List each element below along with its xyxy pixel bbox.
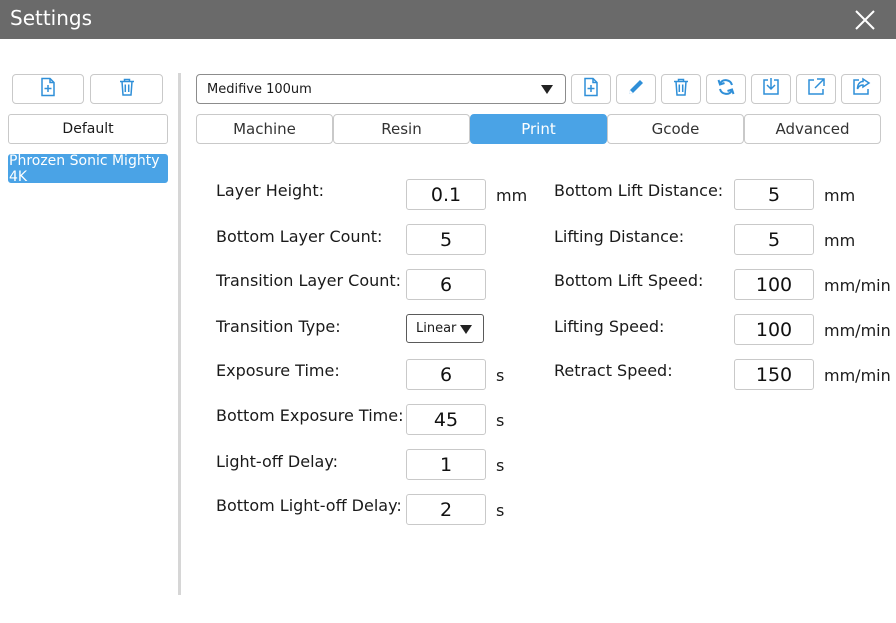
chevron-down-icon [460,325,472,334]
bottom-light-off-delay-unit: s [496,501,505,520]
panel-divider [178,73,181,595]
transition-type-select[interactable]: Linear [406,314,484,343]
import-preset-button[interactable] [751,74,791,104]
edit-preset-button[interactable] [616,74,656,104]
new-file-icon [38,77,58,101]
new-preset-button[interactable] [571,74,611,104]
retract-speed-input[interactable]: 150 [734,359,814,390]
bottom-exposure-time-input[interactable]: 45 [406,404,486,435]
retract-speed-unit: mm/min [824,366,891,385]
tab-resin[interactable]: Resin [333,114,470,144]
exposure-time-input[interactable]: 6 [406,359,486,390]
tab-machine[interactable]: Machine [196,114,333,144]
bottom-lift-speed-label: Bottom Lift Speed: [554,271,704,290]
lifting-speed-label: Lifting Speed: [554,317,665,336]
bottom-lift-distance-input[interactable]: 5 [734,179,814,210]
new-file-icon [581,77,601,101]
bottom-light-off-delay-input[interactable]: 2 [406,494,486,525]
chevron-down-icon [541,85,553,94]
profile-item-phrozen-sonic-mighty-4k[interactable]: Phrozen Sonic Mighty 4K [8,153,168,185]
bottom-layer-count-label: Bottom Layer Count: [216,227,383,246]
exposure-time-label: Exposure Time: [216,361,340,380]
retract-speed-label: Retract Speed: [554,361,673,380]
light-off-delay-label: Light-off Delay: [216,452,339,471]
lifting-distance-input[interactable]: 5 [734,224,814,255]
title-bar: Settings [0,0,896,39]
tab-gcode[interactable]: Gcode [607,114,744,144]
profile-item-default[interactable]: Default [8,114,168,144]
share-icon [851,77,871,101]
edit-pencil-icon [626,77,646,101]
light-off-delay-input[interactable]: 1 [406,449,486,480]
import-icon [761,77,781,101]
lifting-distance-unit: mm [824,231,856,250]
delete-trash-icon [117,77,137,101]
delete-trash-icon [671,77,691,101]
reset-preset-button[interactable] [706,74,746,104]
lifting-speed-unit: mm/min [824,321,891,340]
tab-print[interactable]: Print [470,114,607,144]
bottom-lift-speed-input[interactable]: 100 [734,269,814,300]
bottom-lift-speed-unit: mm/min [824,276,891,295]
delete-profile-button[interactable] [90,74,163,104]
bottom-exposure-time-label: Bottom Exposure Time: [216,406,404,425]
lifting-speed-input[interactable]: 100 [734,314,814,345]
tab-advanced[interactable]: Advanced [744,114,881,144]
window-title: Settings [10,6,93,30]
bottom-exposure-time-unit: s [496,411,505,430]
preset-select-value: Medifive 100um [207,81,312,97]
lifting-distance-label: Lifting Distance: [554,227,685,246]
layer-height-input[interactable]: 0.1 [406,179,486,210]
delete-preset-button[interactable] [661,74,701,104]
export-icon [806,77,826,101]
close-icon[interactable] [851,6,879,34]
light-off-delay-unit: s [496,456,505,475]
refresh-icon [716,77,736,101]
transition-type-value: Linear [416,321,457,336]
share-preset-button[interactable] [841,74,881,104]
bottom-light-off-delay-label: Bottom Light-off Delay: [216,496,402,515]
bottom-layer-count-input[interactable]: 5 [406,224,486,255]
layer-height-label: Layer Height: [216,181,324,200]
export-preset-button[interactable] [796,74,836,104]
preset-select[interactable]: Medifive 100um [196,74,566,104]
exposure-time-unit: s [496,366,505,385]
bottom-lift-distance-unit: mm [824,186,856,205]
transition-type-label: Transition Type: [216,317,341,336]
bottom-lift-distance-label: Bottom Lift Distance: [554,181,724,200]
transition-layer-count-label: Transition Layer Count: [216,271,402,290]
add-profile-button[interactable] [12,74,84,104]
transition-layer-count-input[interactable]: 6 [406,269,486,300]
layer-height-unit: mm [496,186,528,205]
